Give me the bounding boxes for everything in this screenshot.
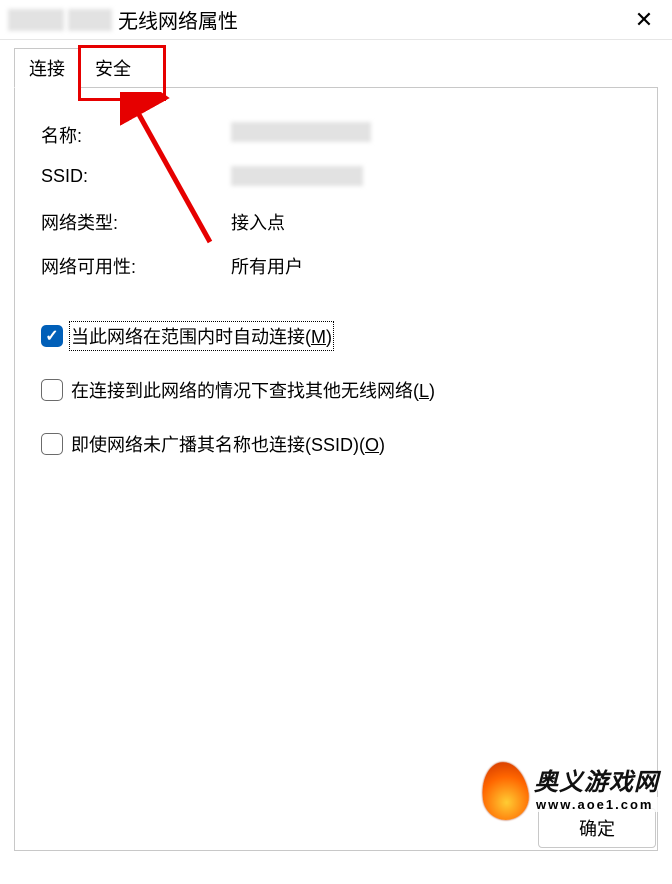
flame-icon [478, 759, 532, 823]
value-name [231, 122, 631, 148]
watermark: 奥义游戏网 www.aoe1.com [482, 756, 662, 826]
checkbox-find-other[interactable] [41, 379, 63, 401]
dialog-body: 连接 安全 名称: SSID: 网络类型: 接入点 网络可用性: 所有用户 ✓ … [0, 40, 672, 860]
close-button[interactable]: ✕ [624, 0, 664, 40]
close-icon: ✕ [635, 7, 653, 33]
label-ssid: SSID: [41, 166, 231, 191]
redacted-ssid [231, 166, 363, 186]
window-title-suffix: 无线网络属性 [118, 5, 238, 34]
tabstrip: 连接 安全 [14, 52, 658, 88]
tab-security-label: 安全 [95, 59, 131, 79]
tab-connection[interactable]: 连接 [14, 48, 80, 88]
value-ssid [231, 166, 631, 191]
properties-grid: 名称: SSID: 网络类型: 接入点 网络可用性: 所有用户 [41, 122, 631, 279]
titlebar: 无线网络属性 ✕ [0, 0, 672, 40]
label-network-type: 网络类型: [41, 209, 231, 235]
checkbox-find-other-label: 在连接到此网络的情况下查找其他无线网络(L) [71, 377, 435, 403]
checkbox-auto-connect-label: 当此网络在范围内时自动连接(M) [71, 323, 332, 349]
title-redacted-2 [68, 9, 112, 31]
title-redacted-1 [8, 9, 64, 31]
checkbox-hidden-ssid-row[interactable]: 即使网络未广播其名称也连接(SSID)(O) [41, 431, 631, 457]
tab-panel-connection: 名称: SSID: 网络类型: 接入点 网络可用性: 所有用户 ✓ 当此网络在范… [14, 87, 658, 851]
tab-security[interactable]: 安全 [80, 48, 146, 88]
watermark-url: www.aoe1.com [534, 797, 659, 812]
redacted-name [231, 122, 371, 142]
checkbox-hidden-ssid-label: 即使网络未广播其名称也连接(SSID)(O) [71, 431, 385, 457]
label-name: 名称: [41, 122, 231, 148]
value-network-type: 接入点 [231, 209, 631, 235]
watermark-text: 奥义游戏网 www.aoe1.com [534, 771, 659, 812]
checkbox-hidden-ssid[interactable] [41, 433, 63, 455]
check-icon: ✓ [45, 326, 58, 346]
checkbox-find-other-row[interactable]: 在连接到此网络的情况下查找其他无线网络(L) [41, 377, 631, 403]
watermark-cn: 奥义游戏网 [534, 771, 659, 795]
checkbox-auto-connect[interactable]: ✓ [41, 325, 63, 347]
label-availability: 网络可用性: [41, 253, 231, 279]
checkbox-auto-connect-row[interactable]: ✓ 当此网络在范围内时自动连接(M) [41, 323, 631, 349]
value-availability: 所有用户 [231, 253, 631, 279]
tab-connection-label: 连接 [29, 59, 65, 79]
